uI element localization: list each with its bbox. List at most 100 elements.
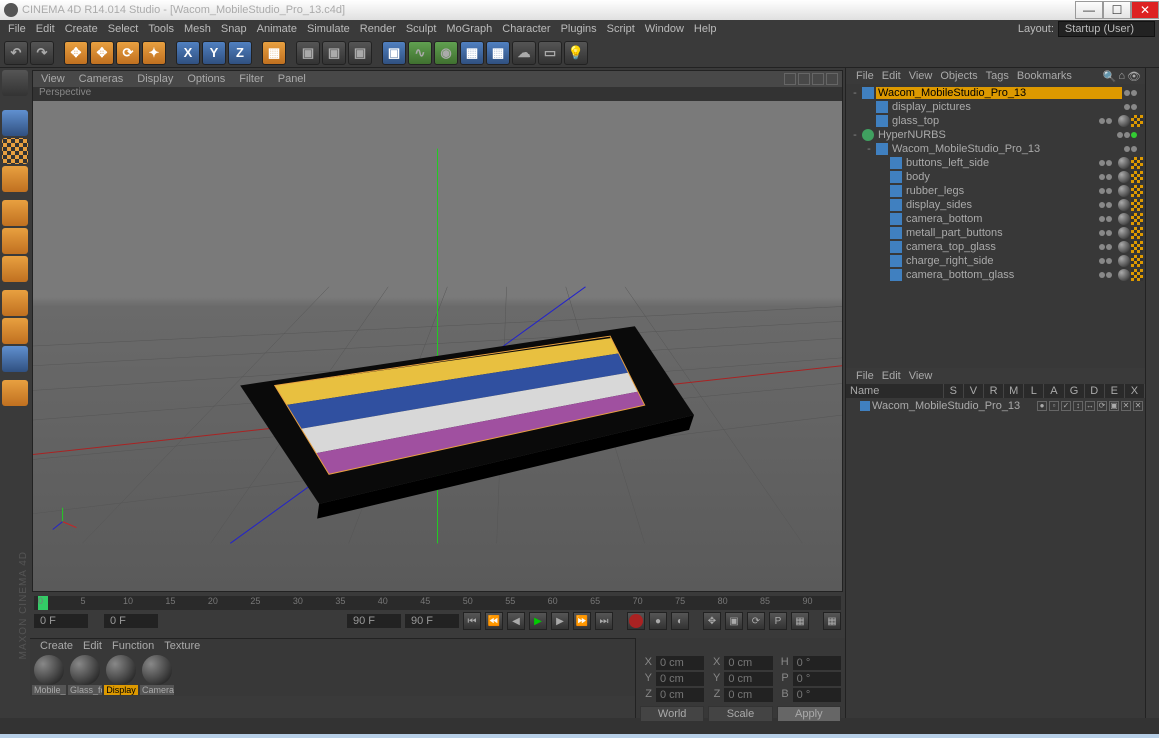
attr-col[interactable]: G: [1065, 384, 1085, 398]
frame-end-out[interactable]: 90 F: [405, 614, 459, 628]
side-tab-right[interactable]: [1145, 68, 1159, 718]
render-settings[interactable]: ▣: [348, 41, 372, 65]
tag-icon[interactable]: [1131, 185, 1143, 197]
vis-dot[interactable]: [1124, 104, 1130, 110]
vis-dot[interactable]: [1106, 202, 1112, 208]
menu-animate[interactable]: Animate: [257, 23, 297, 35]
snap-toggle[interactable]: [2, 380, 28, 406]
vis-dot[interactable]: [1099, 230, 1105, 236]
attr-col[interactable]: X: [1125, 384, 1145, 398]
am-menu-edit[interactable]: Edit: [882, 370, 901, 382]
coord-value[interactable]: 0 cm: [656, 656, 704, 670]
tag-icon[interactable]: [1118, 227, 1130, 239]
attr-col[interactable]: R: [984, 384, 1004, 398]
om-menu-edit[interactable]: Edit: [882, 70, 901, 82]
flag[interactable]: ↔: [1085, 401, 1095, 411]
coord-value[interactable]: 0 cm: [656, 688, 704, 702]
vis-dot[interactable]: [1106, 272, 1112, 278]
om-menu-bookmarks[interactable]: Bookmarks: [1017, 70, 1072, 82]
flag[interactable]: ▫: [1049, 401, 1059, 411]
vp-menu-view[interactable]: View: [41, 73, 65, 85]
menu-help[interactable]: Help: [694, 23, 717, 35]
vis-dot[interactable]: [1099, 258, 1105, 264]
om-menu-objects[interactable]: Objects: [940, 70, 977, 82]
search-icon[interactable]: 🔍: [1103, 70, 1117, 83]
object-row[interactable]: -Wacom_MobileStudio_Pro_13: [848, 142, 1143, 156]
object-row[interactable]: glass_top: [848, 114, 1143, 128]
vis-dot[interactable]: [1124, 132, 1130, 138]
play-button[interactable]: ▶: [529, 612, 547, 630]
add-deformer[interactable]: ▦: [486, 41, 510, 65]
tag-icon[interactable]: [1131, 255, 1143, 267]
select-tool[interactable]: ✥: [64, 41, 88, 65]
prev-frame[interactable]: ◀: [507, 612, 525, 630]
coord-value[interactable]: 0 °: [793, 688, 841, 702]
attr-col[interactable]: V: [964, 384, 984, 398]
vp-nav-icon[interactable]: [812, 73, 824, 85]
coord-apply-button[interactable]: Apply: [777, 706, 841, 722]
menu-window[interactable]: Window: [645, 23, 684, 35]
tag-icon[interactable]: [1118, 199, 1130, 211]
add-cube[interactable]: ▣: [382, 41, 406, 65]
vis-dot[interactable]: [1106, 188, 1112, 194]
tag-icon[interactable]: [1118, 213, 1130, 225]
x-axis-lock[interactable]: X: [176, 41, 200, 65]
mat-menu-texture[interactable]: Texture: [164, 640, 200, 652]
tag-icon[interactable]: [1131, 227, 1143, 239]
enable-dot[interactable]: [1131, 132, 1137, 138]
tag-icon[interactable]: [1131, 157, 1143, 169]
object-row[interactable]: camera_top_glass: [848, 240, 1143, 254]
vis-dot[interactable]: [1099, 244, 1105, 250]
expand-icon[interactable]: -: [850, 87, 860, 99]
vis-dot[interactable]: [1124, 146, 1130, 152]
vis-dot[interactable]: [1124, 90, 1130, 96]
am-menu-view[interactable]: View: [909, 370, 933, 382]
material-item[interactable]: Glass_fo: [68, 655, 102, 695]
tag-icon[interactable]: [1118, 171, 1130, 183]
frame-current-field[interactable]: 0 F: [104, 614, 158, 628]
attr-col[interactable]: L: [1024, 384, 1044, 398]
menu-script[interactable]: Script: [607, 23, 635, 35]
material-item[interactable]: Mobile_: [32, 655, 66, 695]
rot-key[interactable]: ⟳: [747, 612, 765, 630]
coord-value[interactable]: 0 cm: [724, 656, 772, 670]
keyframe-sel[interactable]: ◐: [671, 612, 689, 630]
rotate-tool[interactable]: ⟳: [116, 41, 140, 65]
vp-nav-icon[interactable]: [784, 73, 796, 85]
scale-key[interactable]: ▣: [725, 612, 743, 630]
viewport-3d[interactable]: [33, 101, 842, 591]
vis-dot[interactable]: [1099, 188, 1105, 194]
object-row[interactable]: display_pictures: [848, 100, 1143, 114]
add-environment[interactable]: ☁: [512, 41, 536, 65]
menu-file[interactable]: File: [8, 23, 26, 35]
add-camera[interactable]: ▭: [538, 41, 562, 65]
attr-col[interactable]: M: [1004, 384, 1024, 398]
polygon-mode[interactable]: [2, 256, 28, 282]
menu-mesh[interactable]: Mesh: [184, 23, 211, 35]
tag-icon[interactable]: [1118, 269, 1130, 281]
add-generator[interactable]: ▦: [460, 41, 484, 65]
object-row[interactable]: camera_bottom_glass: [848, 268, 1143, 282]
material-item[interactable]: Display: [104, 655, 138, 695]
tag-icon[interactable]: [1131, 269, 1143, 281]
attr-row[interactable]: Wacom_MobileStudio_Pro_13 ● ▫ ✓ ↕ ↔ ⟳ ▣ …: [846, 398, 1145, 414]
render-view[interactable]: ▣: [296, 41, 320, 65]
param-key[interactable]: P: [769, 612, 787, 630]
vis-dot[interactable]: [1117, 132, 1123, 138]
vp-menu-options[interactable]: Options: [187, 73, 225, 85]
attr-col[interactable]: Name: [846, 384, 944, 398]
vis-dot[interactable]: [1106, 230, 1112, 236]
autokey[interactable]: ●: [649, 612, 667, 630]
scale-tool[interactable]: ✦: [142, 41, 166, 65]
goto-end[interactable]: ⏭: [595, 612, 613, 630]
flag[interactable]: ●: [1037, 401, 1047, 411]
move-tool[interactable]: ✥: [90, 41, 114, 65]
viewport-solo[interactable]: [2, 346, 28, 372]
mat-menu-edit[interactable]: Edit: [83, 640, 102, 652]
vis-dot[interactable]: [1099, 216, 1105, 222]
vp-nav-icon[interactable]: [798, 73, 810, 85]
coord-value[interactable]: 0 cm: [656, 672, 704, 686]
om-menu-file[interactable]: File: [856, 70, 874, 82]
maximize-button[interactable]: ☐: [1103, 1, 1131, 19]
render-region[interactable]: ▣: [322, 41, 346, 65]
